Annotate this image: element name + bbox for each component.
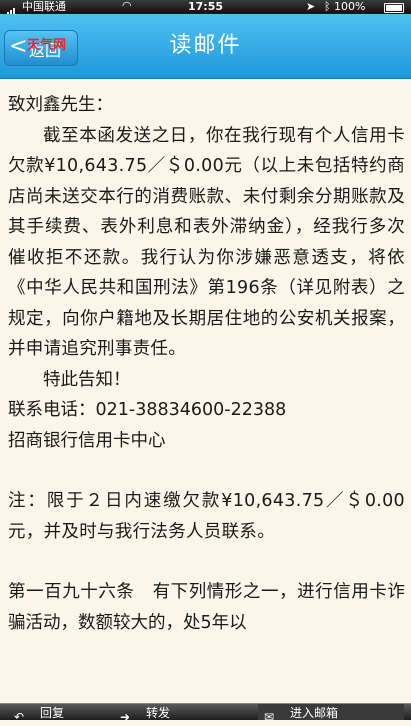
sender-name: 招商银行信用卡中心 <box>8 430 166 451</box>
battery-percent: 100% <box>334 0 366 13</box>
payment-note: 注：限于２日内速缴欠款¥10,643.75／＄0.00元，并及时与我行法务人员联… <box>8 491 405 542</box>
contact-phone: 联系电话：021-38834600-22388 <box>8 400 287 420</box>
salutation: 致刘鑫先生： <box>8 95 113 115</box>
forward-button[interactable]: ➜ 转发 <box>120 704 171 724</box>
location-icon: ➤ <box>306 0 316 13</box>
mail-body: 致刘鑫先生： 截至本函发送之日，你在我行现有个人信用卡欠款¥10,643.75／… <box>8 86 405 638</box>
bluetooth-icon: ᛒ <box>324 0 331 13</box>
forward-icon: ➜ <box>120 709 131 724</box>
reply-icon: ↶ <box>14 709 25 724</box>
chevron-left-icon: < <box>9 34 28 59</box>
inbox-button[interactable]: ✉ 进入邮箱 <box>258 704 404 724</box>
inbox-label: 进入邮箱 <box>290 706 339 720</box>
back-button[interactable]: < 返回 天气网 <box>4 30 78 66</box>
notice-line: 特此告知！ <box>43 369 131 390</box>
battery-icon <box>384 3 404 13</box>
reply-button[interactable]: ↶ 回复 <box>14 704 65 724</box>
status-bar: 中国联通 ◠ 17:55 ➤ ᛒ 100% <box>0 0 411 17</box>
statute-text: 第一百九十六条 有下列情形之一，进行信用卡诈骗活动，数额较大的，处5年以 <box>8 582 405 633</box>
letter-paragraph: 截至本函发送之日，你在我行现有个人信用卡欠款¥10,643.75／＄0.00元（… <box>8 125 405 360</box>
mail-icon: ✉ <box>264 709 275 724</box>
reply-label: 回复 <box>40 706 65 720</box>
watermark-logo: 天气网 <box>27 38 67 53</box>
bottom-toolbar: ↶ 回复 ➜ 转发 ✉ 进入邮箱 <box>0 703 411 724</box>
forward-label: 转发 <box>146 706 171 720</box>
nav-bar: 读邮件 < 返回 天气网 <box>0 14 411 79</box>
